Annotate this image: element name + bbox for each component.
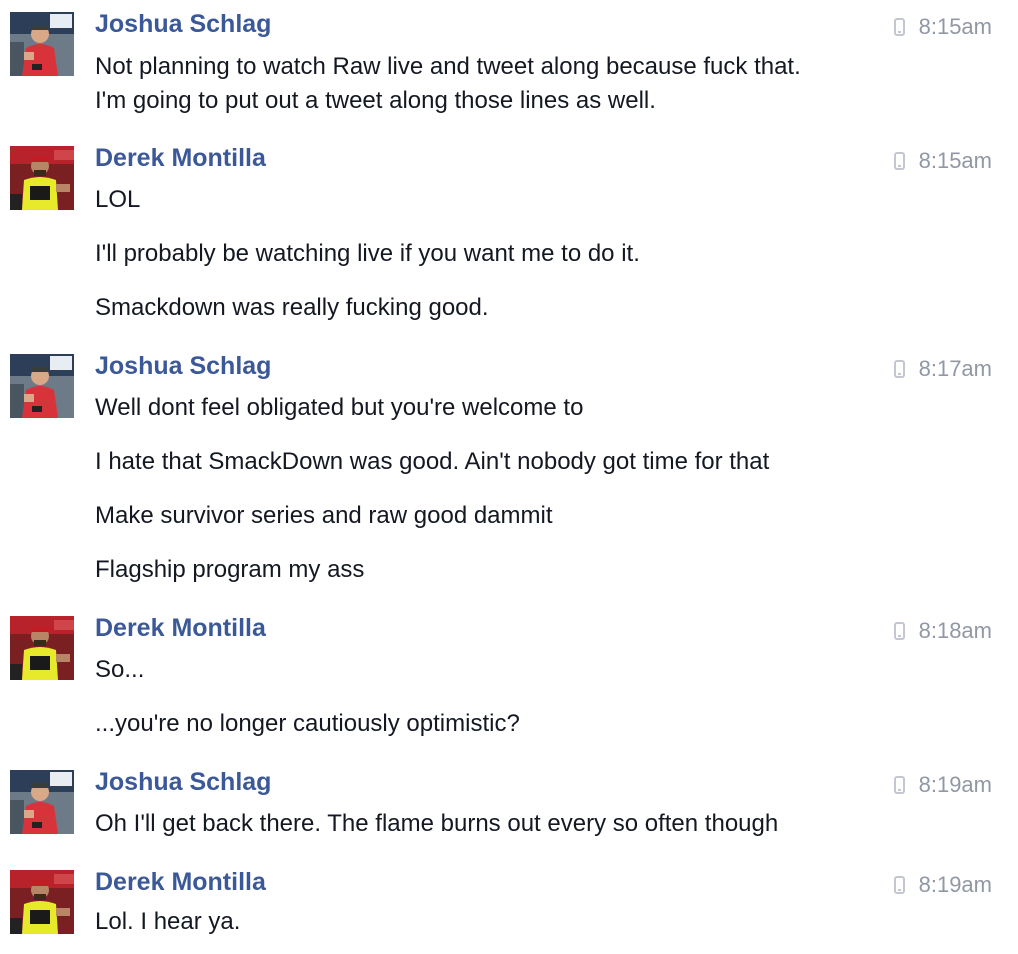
message-text: LOL bbox=[95, 186, 141, 213]
timestamp-text: 8:15am bbox=[918, 14, 992, 39]
author-name[interactable]: Joshua Schlag bbox=[95, 767, 271, 797]
avatar[interactable] bbox=[10, 870, 74, 934]
message-text: So... bbox=[95, 656, 145, 683]
avatar[interactable] bbox=[10, 616, 74, 680]
timestamp-text: 8:15am bbox=[918, 148, 992, 173]
mobile-phone-icon bbox=[893, 622, 905, 640]
message-text: Well dont feel obligated but you're welc… bbox=[95, 394, 584, 421]
avatar[interactable] bbox=[10, 12, 74, 76]
author-name[interactable]: Derek Montilla bbox=[95, 867, 266, 897]
message-text: I hate that SmackDown was good. Ain't no… bbox=[95, 448, 770, 475]
timestamp-text: 8:17am bbox=[918, 356, 992, 381]
timestamp-text: 8:19am bbox=[918, 872, 992, 897]
message-timestamp: 8:15am bbox=[893, 12, 992, 42]
message-text: Oh I'll get back there. The flame burns … bbox=[95, 810, 779, 837]
mobile-phone-icon bbox=[893, 18, 905, 36]
message-text: Flagship program my ass bbox=[95, 556, 365, 583]
author-name[interactable]: Joshua Schlag bbox=[95, 9, 271, 39]
avatar[interactable] bbox=[10, 146, 74, 210]
mobile-phone-icon bbox=[893, 876, 905, 894]
mobile-phone-icon bbox=[893, 360, 905, 378]
timestamp-text: 8:18am bbox=[918, 618, 992, 643]
mobile-phone-icon bbox=[893, 776, 905, 794]
message-text: I'll probably be watching live if you wa… bbox=[95, 240, 640, 267]
avatar[interactable] bbox=[10, 354, 74, 418]
avatar[interactable] bbox=[10, 770, 74, 834]
author-name[interactable]: Derek Montilla bbox=[95, 613, 266, 643]
mobile-phone-icon bbox=[893, 152, 905, 170]
author-name[interactable]: Derek Montilla bbox=[95, 143, 266, 173]
message-text: I'm going to put out a tweet along those… bbox=[95, 87, 656, 114]
message-text: Not planning to watch Raw live and tweet… bbox=[95, 53, 801, 80]
message-thread: Joshua Schlag 8:15am Not planning to wat… bbox=[0, 0, 1018, 954]
message-text: Smackdown was really fucking good. bbox=[95, 294, 489, 321]
message-text: Lol. I hear ya. bbox=[95, 908, 241, 935]
message-timestamp: 8:18am bbox=[893, 616, 992, 646]
message-timestamp: 8:19am bbox=[893, 870, 992, 900]
message-timestamp: 8:15am bbox=[893, 146, 992, 176]
message-text: ...you're no longer cautiously optimisti… bbox=[95, 710, 520, 737]
author-name[interactable]: Joshua Schlag bbox=[95, 351, 271, 381]
message-text: Make survivor series and raw good dammit bbox=[95, 502, 553, 529]
message-timestamp: 8:19am bbox=[893, 770, 992, 800]
message-timestamp: 8:17am bbox=[893, 354, 992, 384]
timestamp-text: 8:19am bbox=[918, 772, 992, 797]
